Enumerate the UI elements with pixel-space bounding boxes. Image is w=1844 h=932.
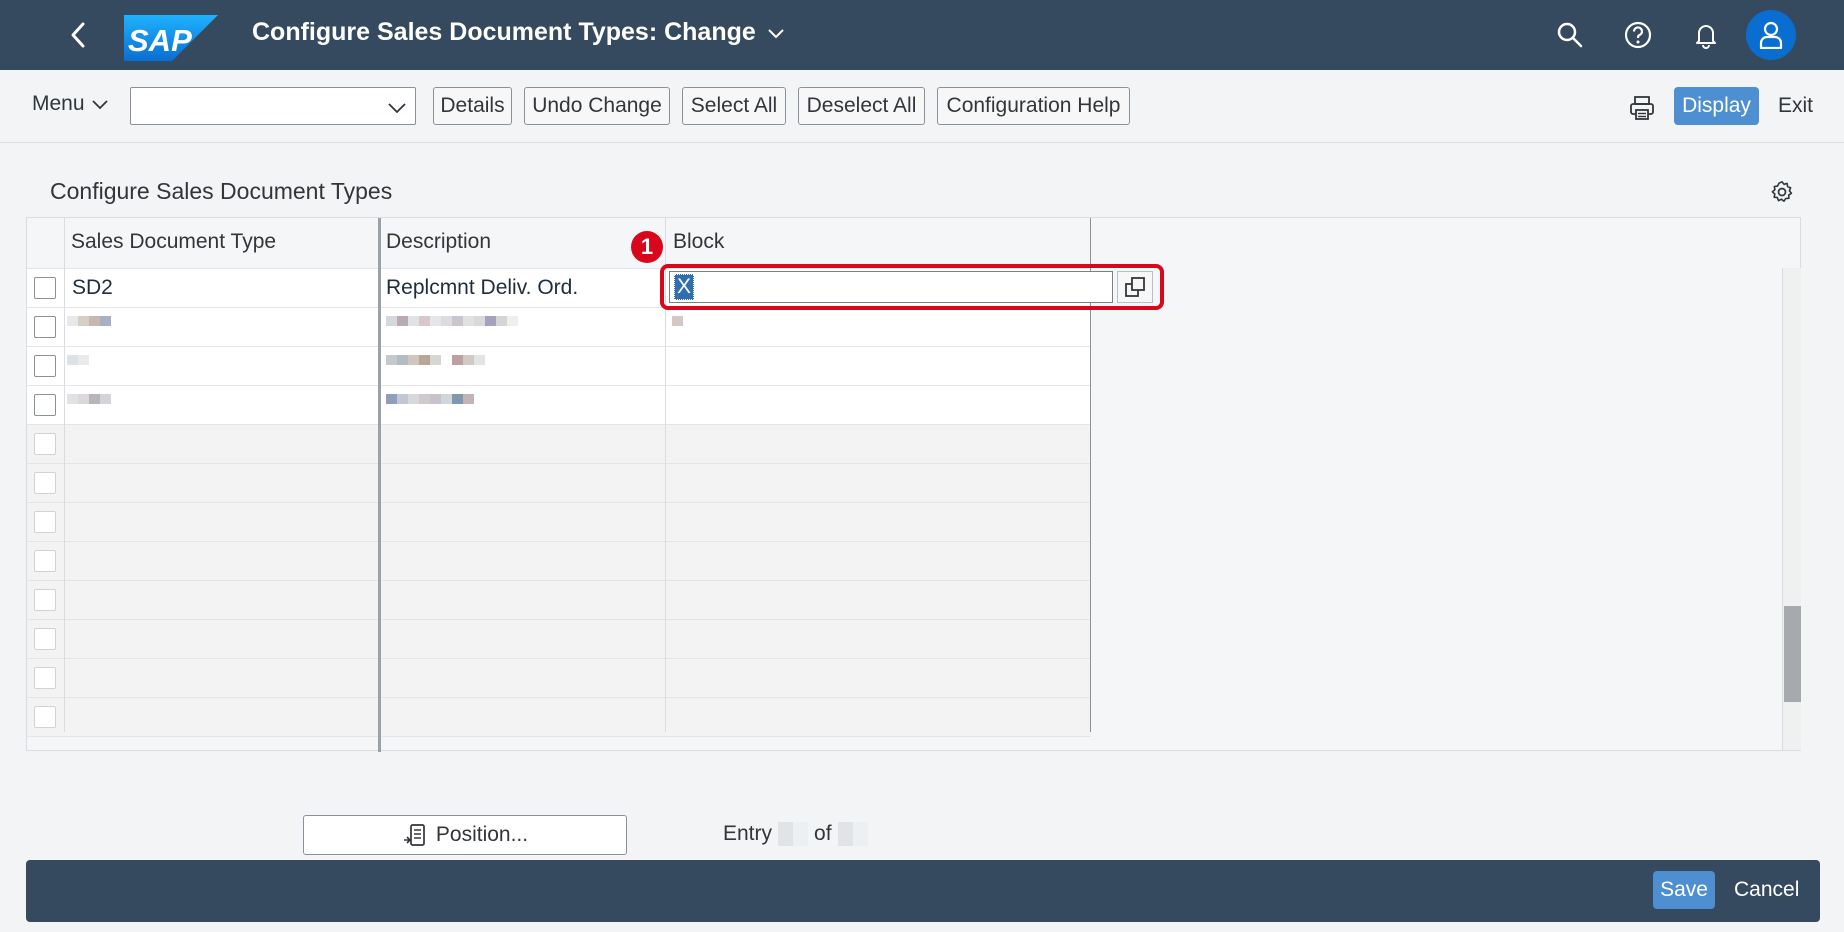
table-row[interactable]	[27, 503, 1091, 542]
block-input[interactable]: X	[669, 271, 1113, 303]
user-icon	[1759, 21, 1783, 49]
table-row[interactable]	[27, 620, 1091, 659]
back-icon[interactable]	[64, 18, 94, 52]
section-title: Configure Sales Document Types	[50, 178, 393, 204]
row-selector-checkbox[interactable]	[34, 394, 56, 416]
chevron-down-icon	[768, 28, 784, 38]
select-all-button[interactable]: Select All	[682, 87, 786, 125]
sales-document-type-cell[interactable]: SD2	[72, 276, 113, 300]
vertical-scrollbar[interactable]	[1782, 268, 1801, 750]
settings-gear-icon[interactable]	[1770, 180, 1794, 204]
row-selector-checkbox[interactable]	[34, 472, 56, 494]
printer-icon[interactable]	[1628, 94, 1656, 122]
scrollbar-thumb[interactable]	[1784, 606, 1801, 702]
redacted-value	[67, 394, 111, 414]
entry-counter: Entry of	[723, 822, 874, 846]
table-row[interactable]	[27, 581, 1091, 620]
shell-header: SAP Configure Sales Document Types: Chan…	[0, 0, 1844, 70]
toolbar: Menu Details Undo Change Select All Dese…	[0, 70, 1844, 143]
deselect-all-button[interactable]: Deselect All	[798, 87, 925, 125]
redacted-value	[778, 822, 809, 846]
help-icon[interactable]	[1622, 19, 1654, 51]
sales-document-types-table: Sales Document Type Description Block SD…	[26, 217, 1801, 752]
column-divider	[64, 218, 65, 732]
position-label: Position...	[435, 823, 529, 846]
column-divider	[665, 218, 666, 732]
details-button[interactable]: Details	[433, 87, 512, 125]
search-icon[interactable]	[1554, 19, 1586, 51]
configuration-help-button[interactable]: Configuration Help	[937, 87, 1130, 125]
display-button[interactable]: Display	[1674, 87, 1759, 125]
row-selector-checkbox[interactable]	[34, 589, 56, 611]
row-selector-checkbox[interactable]	[34, 355, 56, 377]
bell-icon[interactable]	[1690, 19, 1722, 51]
position-icon	[403, 824, 425, 846]
column-header-sales-document-type[interactable]: Sales Document Type	[71, 230, 276, 254]
position-button[interactable]: Position...	[303, 815, 627, 855]
column-header-block[interactable]: Block	[673, 230, 724, 254]
row-selector-checkbox[interactable]	[34, 433, 56, 455]
row-selector-checkbox[interactable]	[34, 706, 56, 728]
app-title: Configure Sales Document Types: Change	[252, 18, 756, 46]
value-help-icon	[1125, 277, 1145, 297]
table-row[interactable]	[27, 425, 1091, 464]
avatar[interactable]	[1746, 10, 1796, 60]
description-cell[interactable]: Replcmnt Deliv. Ord.	[386, 276, 578, 300]
of-label: of	[814, 822, 832, 845]
menu-button[interactable]: Menu	[32, 92, 109, 116]
footer-bar	[26, 860, 1820, 922]
redacted-value	[837, 822, 868, 846]
redacted-value	[67, 316, 111, 336]
app-title-menu[interactable]: Configure Sales Document Types: Change	[252, 18, 786, 47]
value-help-button[interactable]	[1117, 271, 1153, 303]
table-row[interactable]	[27, 542, 1091, 581]
svg-text:SAP: SAP	[128, 23, 192, 58]
command-field[interactable]	[130, 87, 416, 125]
row-selector-checkbox[interactable]	[34, 511, 56, 533]
block-input-value: X	[674, 274, 695, 300]
redacted-value	[672, 316, 683, 336]
table-row[interactable]	[27, 464, 1091, 503]
table-row[interactable]	[27, 347, 1091, 386]
chevron-down-icon	[91, 100, 108, 110]
row-selector-checkbox[interactable]	[34, 667, 56, 689]
table-row[interactable]	[27, 698, 1091, 737]
row-selector-checkbox[interactable]	[34, 277, 56, 299]
chevron-down-icon[interactable]	[387, 97, 407, 117]
redacted-value	[386, 316, 518, 336]
row-selector-checkbox[interactable]	[34, 316, 56, 338]
menu-label: Menu	[32, 92, 85, 115]
exit-button[interactable]: Exit	[1778, 87, 1813, 125]
table-row[interactable]	[27, 659, 1091, 698]
save-button[interactable]: Save	[1653, 871, 1715, 909]
sap-logo[interactable]: SAP	[124, 15, 218, 61]
annotation-badge: 1	[631, 231, 663, 263]
cancel-button[interactable]: Cancel	[1734, 871, 1799, 909]
entry-label: Entry	[723, 822, 773, 845]
redacted-value	[386, 355, 485, 375]
row-selector-checkbox[interactable]	[34, 550, 56, 572]
table-row[interactable]	[27, 386, 1091, 425]
table-header: Sales Document Type Description Block	[27, 218, 1091, 269]
redacted-value	[67, 355, 89, 375]
row-selector-checkbox[interactable]	[34, 628, 56, 650]
table-row[interactable]	[27, 308, 1091, 347]
redacted-value	[386, 394, 474, 414]
column-divider[interactable]	[378, 218, 381, 752]
column-header-description[interactable]: Description	[386, 230, 491, 254]
undo-change-button[interactable]: Undo Change	[524, 87, 670, 125]
